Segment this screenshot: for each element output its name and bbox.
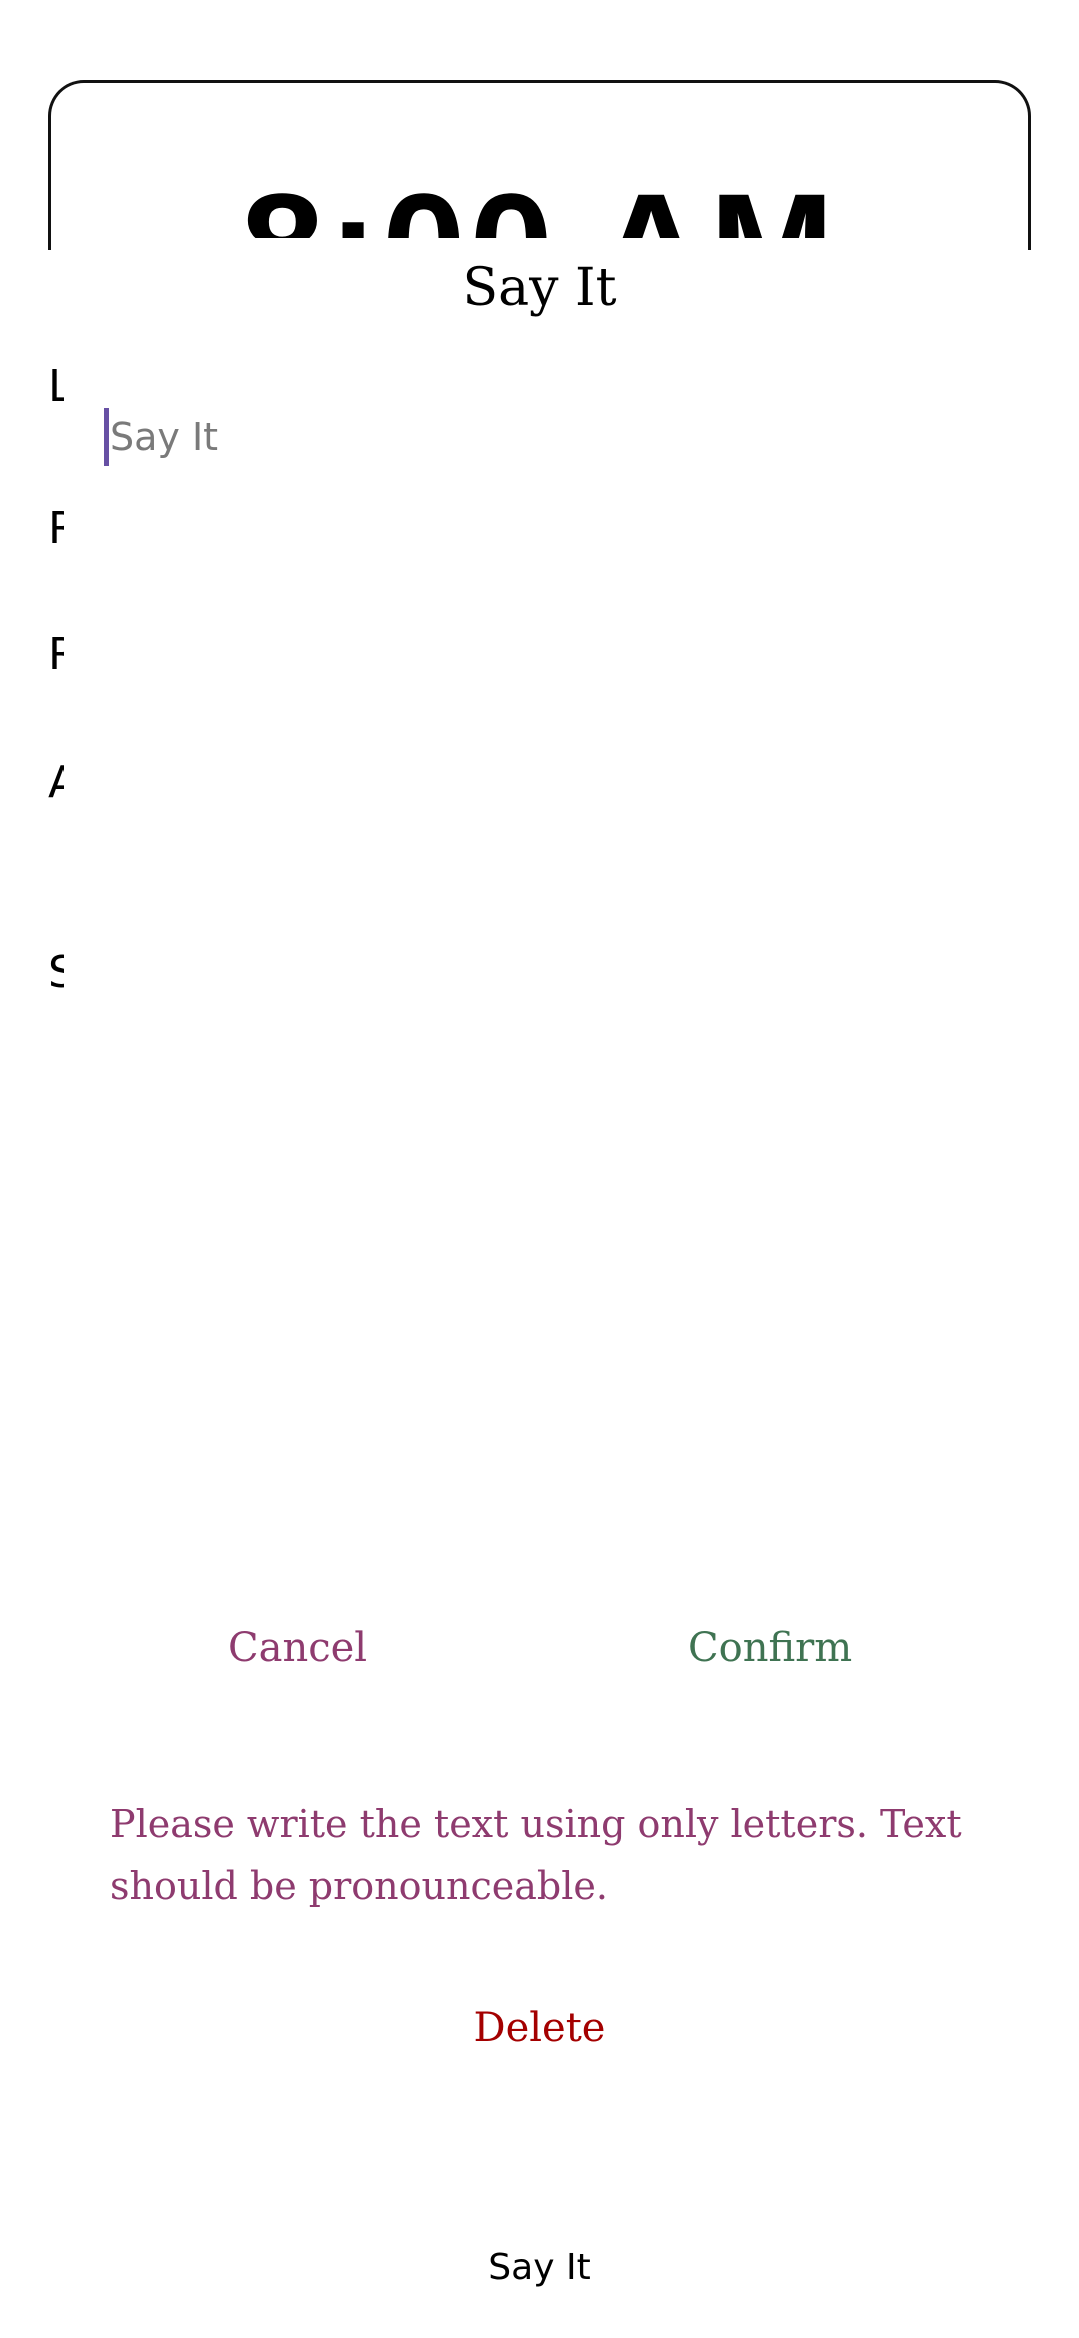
validation-hint: Please write the text using only letters… <box>110 1802 962 1908</box>
cancel-button[interactable]: Cancel <box>204 1608 391 1688</box>
say-it-dialog: Say It Cancel Confirm Please write the t… <box>64 238 1015 2338</box>
list-item-letter: R <box>48 504 64 554</box>
delete-button[interactable]: Delete <box>64 1988 1015 2068</box>
alarm-time-card[interactable]: 8:00 AM <box>48 80 1031 250</box>
dialog-title: Say It <box>462 258 617 318</box>
text-cursor <box>104 408 109 466</box>
say-it-input-container[interactable] <box>104 408 974 466</box>
confirm-button[interactable]: Confirm <box>664 1608 876 1688</box>
list-item-letter: S <box>48 948 64 998</box>
list-item-letter: R <box>48 630 64 680</box>
list-item-letter: A <box>48 758 64 808</box>
bottom-say-it-label: Say It <box>488 2247 591 2288</box>
say-it-input[interactable] <box>110 408 970 466</box>
dialog-actions: Cancel Confirm <box>64 1608 1015 1688</box>
list-item-letter: L <box>48 362 64 412</box>
